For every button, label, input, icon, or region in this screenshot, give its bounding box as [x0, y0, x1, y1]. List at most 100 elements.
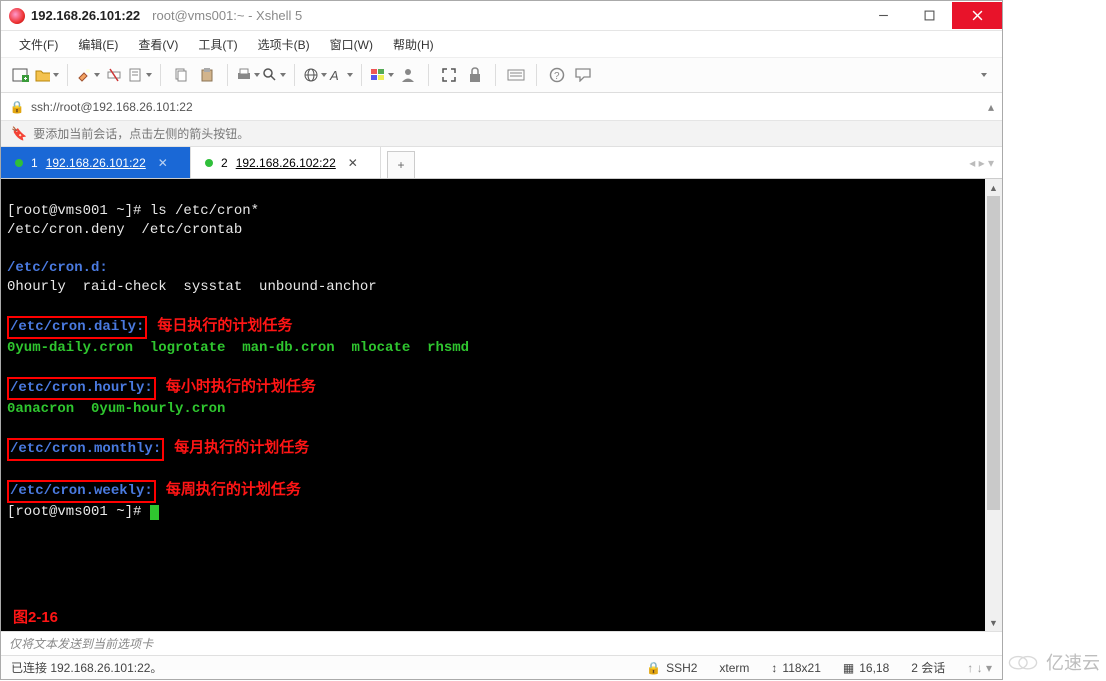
open-session-icon[interactable]	[35, 63, 59, 87]
status-dot-icon	[205, 159, 213, 167]
tab-close-icon[interactable]: ✕	[158, 156, 168, 170]
address-collapse-icon[interactable]: ▴	[980, 100, 1002, 114]
tab-label: 192.168.26.102:22	[236, 156, 336, 170]
scroll-thumb[interactable]	[987, 196, 1000, 510]
separator	[160, 64, 161, 86]
address-bar: 🔒 ssh://root@192.168.26.101:22 ▴	[1, 93, 1002, 121]
dir-header-daily: /etc/cron.daily:	[10, 319, 144, 335]
scroll-down-icon[interactable]: ▼	[985, 614, 1002, 631]
tab-close-icon[interactable]: ✕	[348, 156, 358, 170]
terminal[interactable]: [root@vms001 ~]# ls /etc/cron* /etc/cron…	[1, 179, 985, 631]
status-protocol: 🔒SSH2	[646, 661, 697, 675]
close-button[interactable]	[952, 2, 1002, 29]
dir-header-monthly: /etc/cron.monthly:	[10, 441, 161, 457]
output-line: 0hourly raid-check sysstat unbound-ancho…	[7, 279, 377, 295]
session-tab-1[interactable]: 1 192.168.26.101:22 ✕	[1, 147, 191, 178]
title-host: 192.168.26.101:22	[31, 8, 140, 23]
hint-bar: 🔖 要添加当前会话，点击左侧的箭头按钮。	[1, 121, 1002, 147]
maximize-button[interactable]	[906, 2, 952, 29]
menu-file[interactable]: 文件(F)	[11, 33, 66, 56]
separator	[428, 64, 429, 86]
address-text[interactable]: ssh://root@192.168.26.101:22	[27, 100, 980, 114]
help-icon[interactable]: ?	[545, 63, 569, 87]
reconnect-icon[interactable]	[76, 63, 100, 87]
svg-text:A: A	[329, 68, 339, 83]
separator	[227, 64, 228, 86]
watermark: 亿速云	[1006, 649, 1100, 675]
tab-number: 1	[31, 156, 38, 170]
session-tabs: 1 192.168.26.101:22 ✕ 2 192.168.26.102:2…	[1, 147, 1002, 179]
annotation-weekly: 每周执行的计划任务	[166, 481, 301, 498]
titlebar: 192.168.26.101:22 root@vms001:~ - Xshell…	[1, 1, 1002, 31]
minimize-button[interactable]	[860, 2, 906, 29]
status-bar: 已连接 192.168.26.101:22。 🔒SSH2 xterm ↕118x…	[1, 655, 1002, 679]
status-cursor-pos: ▦16,18	[843, 661, 889, 675]
fullscreen-icon[interactable]	[437, 63, 461, 87]
tab-scroll-arrows[interactable]: ◂ ▸ ▾	[961, 147, 1002, 178]
send-to-tab-hint[interactable]: 仅将文本发送到当前选项卡	[1, 631, 1002, 655]
prompt-line: [root@vms001 ~]#	[7, 504, 150, 520]
watermark-text: 亿速云	[1046, 649, 1100, 675]
session-tab-2[interactable]: 2 192.168.26.102:22 ✕	[191, 147, 381, 178]
scroll-up-icon[interactable]: ▲	[985, 179, 1002, 196]
figure-label: 图2-16	[13, 608, 58, 627]
scroll-track[interactable]	[985, 196, 1002, 614]
menu-tabs[interactable]: 选项卡(B)	[250, 33, 318, 56]
encoding-icon[interactable]	[303, 63, 327, 87]
status-termtype: xterm	[719, 661, 749, 675]
terminal-scrollbar[interactable]: ▲ ▼	[985, 179, 1002, 631]
new-session-icon[interactable]	[9, 63, 33, 87]
font-icon[interactable]: A	[329, 63, 353, 87]
app-icon	[9, 8, 25, 24]
keyboard-icon[interactable]	[504, 63, 528, 87]
prompt-line: [root@vms001 ~]# ls /etc/cron*	[7, 203, 259, 219]
paste-icon[interactable]	[195, 63, 219, 87]
separator	[361, 64, 362, 86]
annotation-hourly: 每小时执行的计划任务	[166, 378, 316, 395]
tab-number: 2	[221, 156, 228, 170]
menu-window[interactable]: 窗口(W)	[322, 33, 381, 56]
hint-text: 要添加当前会话，点击左侧的箭头按钮。	[33, 125, 249, 142]
disconnect-icon[interactable]	[102, 63, 126, 87]
title-sub: root@vms001:~ - Xshell 5	[152, 8, 302, 23]
copy-icon[interactable]	[169, 63, 193, 87]
menubar: 文件(F) 编辑(E) 查看(V) 工具(T) 选项卡(B) 窗口(W) 帮助(…	[1, 31, 1002, 57]
dir-header: /etc/cron.d:	[7, 260, 108, 276]
annotation-daily: 每日执行的计划任务	[157, 317, 292, 334]
lock-icon[interactable]	[463, 63, 487, 87]
color-icon[interactable]	[370, 63, 394, 87]
toolbar-overflow-icon[interactable]	[970, 63, 994, 87]
output-line: 0anacron 0yum-hourly.cron	[7, 401, 225, 417]
add-tab-button[interactable]: +	[387, 151, 415, 178]
print-icon[interactable]	[236, 63, 260, 87]
menu-edit[interactable]: 编辑(E)	[70, 33, 126, 56]
separator	[67, 64, 68, 86]
chat-icon[interactable]	[571, 63, 595, 87]
properties-icon[interactable]	[128, 63, 152, 87]
status-dot-icon	[15, 159, 23, 167]
output-line: /etc/cron.deny /etc/crontab	[7, 222, 242, 238]
annotation-monthly: 每月执行的计划任务	[174, 439, 309, 456]
separator	[495, 64, 496, 86]
menu-help[interactable]: 帮助(H)	[385, 33, 442, 56]
bookmark-hint-icon: 🔖	[11, 126, 27, 142]
lock-small-icon: 🔒	[646, 661, 661, 675]
output-line: 0yum-daily.cron logrotate man-db.cron ml…	[7, 340, 469, 356]
menu-tools[interactable]: 工具(T)	[190, 33, 245, 56]
separator	[536, 64, 537, 86]
status-connection: 已连接 192.168.26.101:22。	[11, 659, 162, 676]
separator	[294, 64, 295, 86]
dir-header-hourly: /etc/cron.hourly:	[10, 380, 153, 396]
status-nav[interactable]: ↑ ↓ ▾	[967, 661, 992, 675]
tab-label: 192.168.26.101:22	[46, 156, 146, 170]
status-sessions: 2 会话	[911, 659, 945, 676]
cursor	[150, 505, 159, 520]
grid-icon: ▦	[843, 661, 854, 675]
status-size: ↕118x21	[771, 661, 820, 675]
svg-text:?: ?	[554, 71, 560, 82]
menu-view[interactable]: 查看(V)	[130, 33, 186, 56]
dir-header-weekly: /etc/cron.weekly:	[10, 483, 153, 499]
ssh-lock-icon: 🔒	[7, 100, 27, 114]
profile-icon[interactable]	[396, 63, 420, 87]
find-icon[interactable]	[262, 63, 286, 87]
